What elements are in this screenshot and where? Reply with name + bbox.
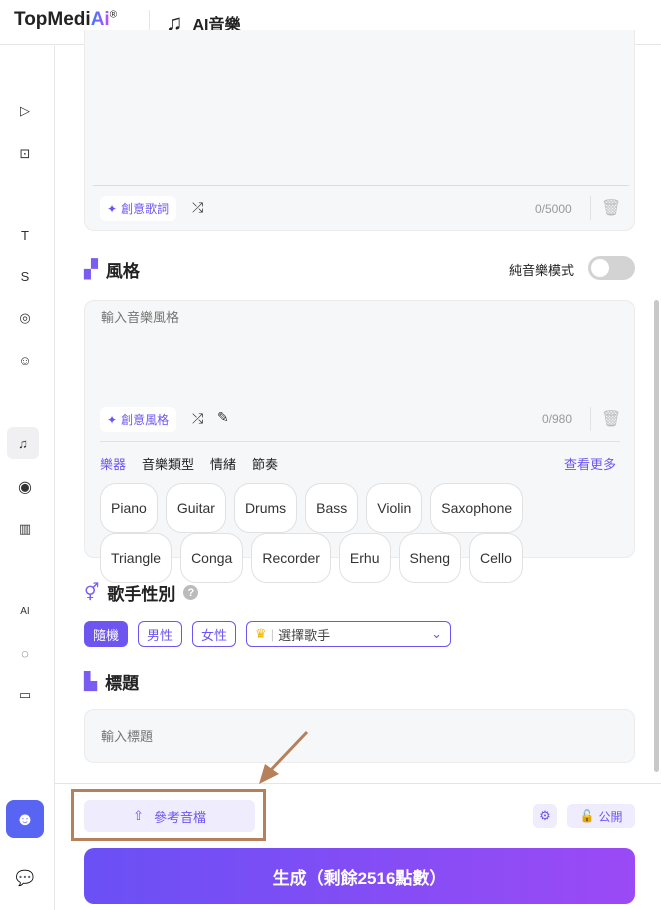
annotation-arrow (259, 730, 309, 784)
tag-guitar[interactable]: Guitar (165, 483, 226, 533)
public-label: 公開 (598, 809, 623, 824)
title-input[interactable] (84, 709, 635, 763)
tab-rhythm[interactable]: 節奏 (252, 454, 278, 473)
music-icon[interactable]: ♫ (7, 427, 39, 459)
style-input[interactable] (85, 301, 634, 401)
tag-saxophone[interactable]: Saxophone (430, 483, 524, 533)
unlock-icon: 🔓 (579, 809, 595, 823)
divider (100, 441, 620, 442)
tag-erhu[interactable]: Erhu (338, 533, 391, 583)
disc-icon[interactable]: ◉ (12, 474, 38, 500)
tab-genre[interactable]: 音樂類型 (142, 454, 194, 473)
footer-divider (55, 783, 661, 784)
brand-ai: Ai (90, 9, 110, 30)
style-tags: Piano Guitar Drums Bass Violin Saxophone Tria… (100, 483, 630, 583)
chat-icon[interactable]: 💬 (12, 865, 38, 891)
tag-triangle[interactable]: Triangle (100, 533, 173, 583)
trash-icon[interactable]: 🗑 (601, 409, 621, 429)
style-card: ✦創意風格 ⤮ ✎ 0/980 🗑 樂器 音樂類型 情緒 節奏 查看更多 Pia… (84, 300, 635, 583)
lyrics-card: ✦ 創意歌詞 ⤮ 0/5000 🗑 (84, 30, 635, 231)
gender-heading: ⚥ 歌手性別? (84, 580, 199, 605)
scrollbar-thumb[interactable] (654, 300, 659, 772)
settings-gear-icon[interactable]: ⚙ (533, 804, 557, 828)
gender-random-button[interactable]: 隨機 (84, 621, 129, 647)
style-title: 風格 (105, 262, 140, 281)
singer-select-label: 選擇歌手 (278, 627, 331, 643)
lyrics-count: 0/5000 (535, 202, 572, 216)
title-heading: ▙ 標題 (84, 669, 139, 694)
tab-instruments[interactable]: 樂器 (100, 454, 126, 473)
folder-icon[interactable]: ▭ (12, 682, 38, 708)
creative-style-label: 創意風格 (121, 413, 170, 427)
piano-icon[interactable]: ▥ (12, 516, 38, 542)
shuffle-icon[interactable]: ⤮ (192, 199, 203, 216)
brand-text: TopMedi (14, 9, 91, 30)
instrumental-label: 純音樂模式 (509, 263, 575, 278)
gender-title: 歌手性別 (107, 585, 176, 604)
planet-icon[interactable]: ◌ (12, 640, 38, 666)
tag-recorder[interactable]: Recorder (251, 533, 331, 583)
text-to-speech-icon[interactable]: T (12, 222, 38, 248)
tag-bass[interactable]: Bass (305, 483, 359, 533)
bookmark-icon: ▙ (84, 671, 98, 691)
divider (590, 196, 591, 220)
ai-icon[interactable]: AI (12, 598, 38, 624)
style-count: 0/980 (542, 412, 573, 426)
registered-mark: ® (109, 9, 118, 21)
video-camera-icon[interactable]: ⊡ (12, 141, 38, 167)
creative-lyrics-label: 創意歌詞 (121, 202, 170, 216)
tag-conga[interactable]: Conga (180, 533, 244, 583)
gender-male-button[interactable]: 男性 (138, 621, 183, 647)
tab-mood[interactable]: 情緒 (210, 454, 236, 473)
magic-style-icon[interactable]: ✎ (217, 409, 229, 426)
gender-female-button[interactable]: 女性 (192, 621, 237, 647)
style-category-tabs: 樂器 音樂類型 情緒 節奏 (100, 454, 278, 473)
divider (590, 407, 591, 431)
shuffle-icon[interactable]: ⤮ (192, 410, 203, 427)
video-icon[interactable]: ▷ (12, 98, 38, 124)
gender-options: 隨機 男性 女性 ♛ | 選擇歌手 ⌄ (84, 621, 452, 647)
tag-violin[interactable]: Violin (366, 483, 423, 533)
voice-icon[interactable]: ◎ (12, 305, 38, 331)
tag-drums[interactable]: Drums (233, 483, 298, 533)
sparkle-icon: ✦ (107, 412, 118, 427)
creative-style-button[interactable]: ✦ 創意風格 (100, 407, 177, 432)
lyrics-input[interactable] (93, 30, 629, 186)
tag-piano[interactable]: Piano (100, 483, 158, 533)
grid-icon: ▞ (84, 259, 98, 279)
generate-button[interactable]: 生成（剩餘2516點數） (84, 848, 635, 904)
see-more-link[interactable]: 查看更多 (564, 454, 616, 473)
creative-lyrics-button[interactable]: ✦ 創意歌詞 (100, 196, 177, 221)
voice-changer-icon[interactable]: ☺ (12, 347, 38, 373)
chevron-down-icon: ⌄ (431, 626, 443, 641)
help-icon[interactable]: ? (183, 585, 199, 600)
public-button[interactable]: 🔓 公開 (567, 804, 635, 828)
crown-icon: ♛ (255, 626, 267, 641)
trash-icon[interactable]: 🗑 (601, 198, 621, 218)
topmediai-logo[interactable]: TopMediAi® (14, 9, 117, 31)
instrumental-toggle[interactable] (588, 256, 635, 280)
singer-select[interactable]: ♛ | 選擇歌手 ⌄ (246, 621, 452, 647)
title-title: 標題 (105, 674, 140, 693)
speech-icon[interactable]: S (12, 263, 38, 289)
gender-icon: ⚥ (84, 582, 100, 602)
sparkle-icon: ✦ (107, 201, 118, 216)
tag-sheng[interactable]: Sheng (398, 533, 461, 583)
style-heading: ▞ 風格 (84, 257, 140, 282)
discord-icon[interactable]: ☻ (6, 800, 44, 838)
tag-cello[interactable]: Cello (468, 533, 523, 583)
annotation-box (71, 789, 266, 841)
